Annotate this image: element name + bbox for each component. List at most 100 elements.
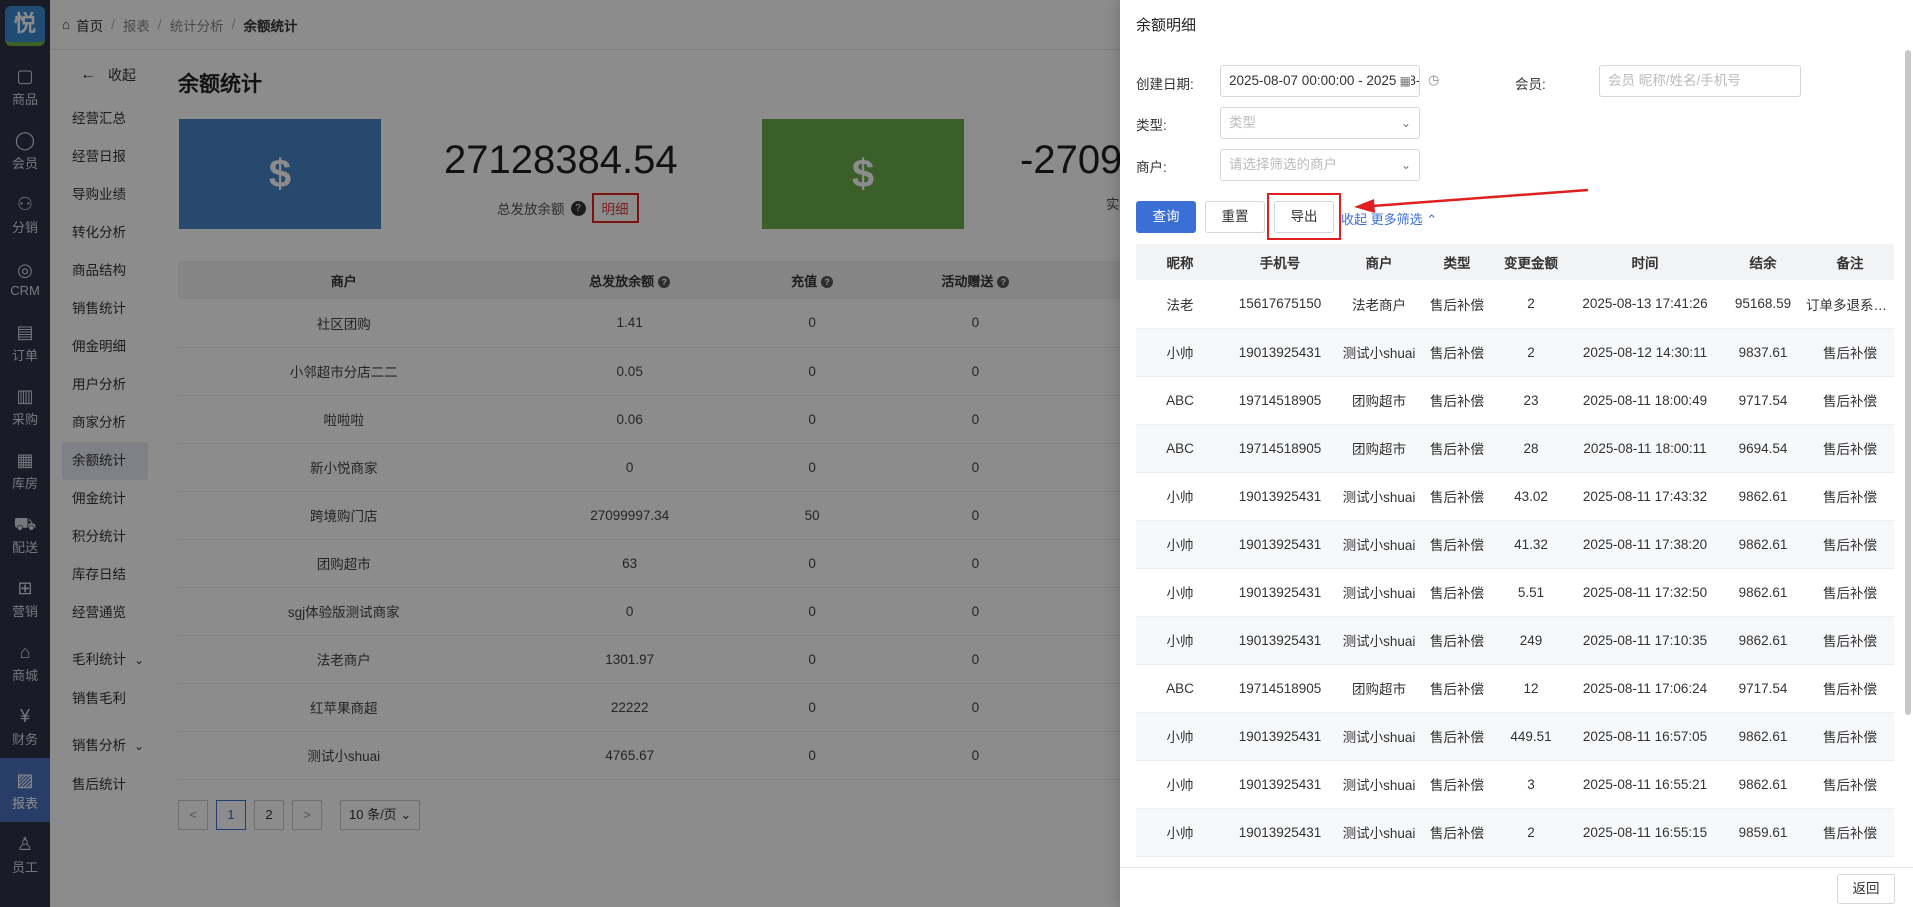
table-cell: 法老 xyxy=(1136,280,1224,329)
table-cell: 19714518905 xyxy=(1224,664,1336,713)
table-cell: 售后补偿 xyxy=(1806,568,1894,617)
table-row: ABC 19714518905 团购超市 售后补偿 12 2025-08-11 17:06… xyxy=(1136,664,1894,713)
table-cell: 小帅 xyxy=(1136,520,1224,569)
table-cell: 售后补偿 xyxy=(1806,472,1894,521)
table-cell: 售后补偿 xyxy=(1806,760,1894,809)
table-row: 法老 15617675150 法老商户 售后补偿 2 2025-08-13 17:41:2… xyxy=(1136,280,1894,329)
table-cell: 小帅 xyxy=(1136,808,1224,857)
table-cell: 2 xyxy=(1492,280,1570,329)
table-cell: 9717.54 xyxy=(1720,664,1806,713)
table-row: ABC 19714518905 团购超市 售后补偿 28 2025-08-11 18:00… xyxy=(1136,424,1894,473)
table-cell: 249 xyxy=(1492,616,1570,665)
table-cell: 19013925431 xyxy=(1224,328,1336,377)
table-cell: 售后补偿 xyxy=(1422,760,1492,809)
table-cell: 43.02 xyxy=(1492,472,1570,521)
table-cell: 小帅 xyxy=(1136,616,1224,665)
table-row: 小帅 19013925431 测试小shuai 售后补偿 2 2025-08-12 14:… xyxy=(1136,328,1894,377)
table-cell: 售后补偿 xyxy=(1422,280,1492,329)
table-cell: 19013925431 xyxy=(1224,712,1336,761)
table-row: ABC 19714518905 团购超市 售后补偿 23 2025-08-11 18:00… xyxy=(1136,376,1894,425)
scrollbar[interactable] xyxy=(1905,50,1911,715)
table-cell: 法老商户 xyxy=(1336,280,1422,329)
table-cell: 15617675150 xyxy=(1224,280,1336,329)
table-cell: 19714518905 xyxy=(1224,376,1336,425)
column-header: 类型 xyxy=(1422,244,1492,280)
table-cell: 9862.61 xyxy=(1720,472,1806,521)
column-header: 昵称 xyxy=(1136,244,1224,280)
table-cell: 售后补偿 xyxy=(1806,328,1894,377)
table-cell: 9694.54 xyxy=(1720,424,1806,473)
column-header: 备注 xyxy=(1806,244,1894,280)
table-cell: 19013925431 xyxy=(1224,520,1336,569)
annotation-arrow xyxy=(1354,188,1589,213)
table-cell: 2025-08-11 16:55:21 xyxy=(1570,760,1720,809)
column-header: 手机号 xyxy=(1224,244,1336,280)
table-cell: ABC xyxy=(1136,376,1224,425)
table-cell: 售后补偿 xyxy=(1806,616,1894,665)
balance-detail-table: 昵称 手机号 商户 类型 变更金额 时间 结余 备注 法老 15617675150 法老商户 售后补… xyxy=(1136,244,1894,857)
table-cell: 2025-08-11 17:10:35 xyxy=(1570,616,1720,665)
table-cell: ABC xyxy=(1136,664,1224,713)
table-cell: 2025-08-11 16:57:05 xyxy=(1570,712,1720,761)
balance-detail-drawer: 余额明细 创建日期: 2025-08-07 00:00:00 - 2025-08… xyxy=(1120,0,1913,907)
table-cell: 售后补偿 xyxy=(1806,376,1894,425)
table-cell: 售后补偿 xyxy=(1422,664,1492,713)
table-cell: 售后补偿 xyxy=(1806,664,1894,713)
table-cell: 19013925431 xyxy=(1224,568,1336,617)
table-cell: 449.51 xyxy=(1492,712,1570,761)
table-cell: 2025-08-13 17:41:26 xyxy=(1570,280,1720,329)
table-cell: 小帅 xyxy=(1136,712,1224,761)
table-row: 小帅 19013925431 测试小shuai 售后补偿 249 2025-08-11 1… xyxy=(1136,616,1894,665)
table-cell: 团购超市 xyxy=(1336,424,1422,473)
column-header: 商户 xyxy=(1336,244,1422,280)
table-cell: 19013925431 xyxy=(1224,808,1336,857)
table-cell: 小帅 xyxy=(1136,568,1224,617)
table-cell: 售后补偿 xyxy=(1806,712,1894,761)
table-cell: 3 xyxy=(1492,760,1570,809)
table-cell: 售后补偿 xyxy=(1422,808,1492,857)
table-cell: 9862.61 xyxy=(1720,520,1806,569)
table-row: 小帅 19013925431 测试小shuai 售后补偿 449.51 2025-08-1… xyxy=(1136,712,1894,761)
table-cell: 28 xyxy=(1492,424,1570,473)
table-cell: 23 xyxy=(1492,376,1570,425)
table-cell: 9859.61 xyxy=(1720,808,1806,857)
column-header: 变更金额 xyxy=(1492,244,1570,280)
table-cell: 售后补偿 xyxy=(1422,520,1492,569)
table-cell: 2 xyxy=(1492,808,1570,857)
table-cell: 测试小shuai xyxy=(1336,760,1422,809)
table-cell: 售后补偿 xyxy=(1806,424,1894,473)
table-cell: 9862.61 xyxy=(1720,616,1806,665)
modal-overlay[interactable] xyxy=(0,0,1120,907)
table-cell: 售后补偿 xyxy=(1806,808,1894,857)
table-cell: 小帅 xyxy=(1136,328,1224,377)
table-cell: 团购超市 xyxy=(1336,376,1422,425)
table-cell: 2025-08-12 14:30:11 xyxy=(1570,328,1720,377)
table-cell: 2025-08-11 17:43:32 xyxy=(1570,472,1720,521)
table-cell: 5.51 xyxy=(1492,568,1570,617)
table-row: 小帅 19013925431 测试小shuai 售后补偿 2 2025-08-11 16:… xyxy=(1136,808,1894,857)
table-cell: 19714518905 xyxy=(1224,424,1336,473)
table-cell: 19013925431 xyxy=(1224,616,1336,665)
table-cell: 测试小shuai xyxy=(1336,568,1422,617)
table-cell: 测试小shuai xyxy=(1336,616,1422,665)
table-cell: 售后补偿 xyxy=(1422,376,1492,425)
table-cell: 售后补偿 xyxy=(1422,616,1492,665)
table-cell: 9717.54 xyxy=(1720,376,1806,425)
table-cell: 2025-08-11 17:06:24 xyxy=(1570,664,1720,713)
table-cell: 2 xyxy=(1492,328,1570,377)
table-cell: 售后补偿 xyxy=(1422,424,1492,473)
table-cell: 测试小shuai xyxy=(1336,472,1422,521)
back-button[interactable]: 返回 xyxy=(1837,874,1895,904)
drawer-footer: 返回 xyxy=(1120,867,1913,907)
table-row: 小帅 19013925431 测试小shuai 售后补偿 5.51 2025-08-11 … xyxy=(1136,568,1894,617)
table-cell: 售后补偿 xyxy=(1422,568,1492,617)
table-cell: 19013925431 xyxy=(1224,760,1336,809)
table-cell: 2025-08-11 17:38:20 xyxy=(1570,520,1720,569)
table-cell: 测试小shuai xyxy=(1336,520,1422,569)
table-cell: 2025-08-11 18:00:49 xyxy=(1570,376,1720,425)
table-cell: 41.32 xyxy=(1492,520,1570,569)
table-cell: 9862.61 xyxy=(1720,712,1806,761)
table-cell: 售后补偿 xyxy=(1422,712,1492,761)
table-cell: 2025-08-11 18:00:11 xyxy=(1570,424,1720,473)
table-cell: 2025-08-11 17:32:50 xyxy=(1570,568,1720,617)
